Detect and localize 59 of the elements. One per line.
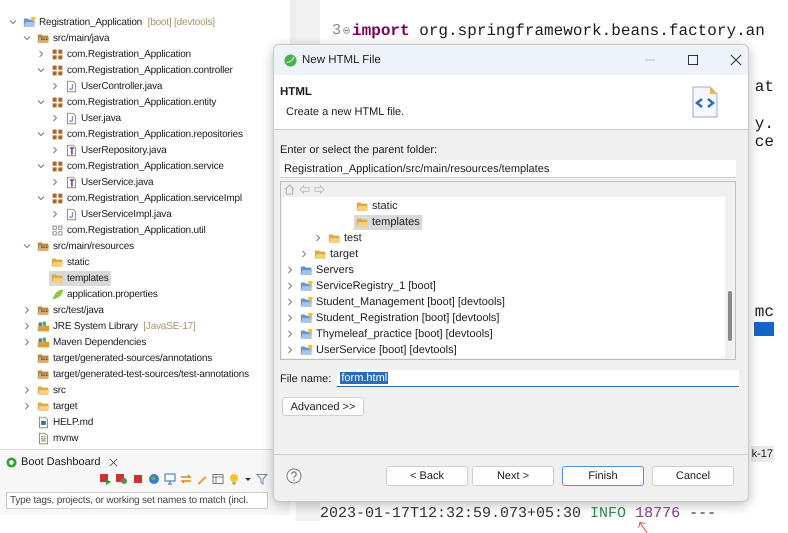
tree-item[interactable]: Student_Registration [boot] [devtools] [298,310,502,326]
tree-item[interactable]: templates [354,214,422,230]
tree-item[interactable]: com.Registration_Application.entity [49,94,218,110]
tree-item[interactable]: User.java [63,110,123,126]
tree-item[interactable]: src/main/resources [35,238,136,254]
code-line: import org.springframework.beans.factory.an [352,22,765,40]
tree-item[interactable]: static [354,198,400,214]
field-label: Enter or select the parent folder: [280,144,438,156]
tree-item[interactable]: UserServiceImpl.java [63,206,174,222]
tree-item[interactable]: UserController.java [63,78,164,94]
dialog-button[interactable]: Next > [472,466,554,486]
tree-item[interactable]: target/generated-sources/annotations [35,350,214,366]
tree-item[interactable]: test [326,230,364,246]
tree-item[interactable]: UserService.java [63,174,156,190]
tree-item[interactable]: UserRepository.java [63,142,168,158]
dialog-button[interactable]: Finish [562,466,644,486]
panel-tab[interactable]: Boot Dashboard [21,456,100,468]
tree-item[interactable]: com.Registration_Application [49,46,193,62]
console-line: 2023-01-17T12:32:59.073+05:30 INFO 18776 --- [320,506,716,521]
tree-item[interactable]: com.Registration_Application.service [49,158,226,174]
tree-item[interactable]: com.Registration_Application.util [49,222,208,238]
dialog-button[interactable]: Cancel [652,466,734,486]
file-name-field[interactable]: form.html [337,370,740,387]
tree-item[interactable]: JRE System Library [JavaSE-17] [35,318,198,334]
tree-item[interactable]: target [312,246,360,262]
window-title: New HTML File [302,54,382,66]
code-fragment: y. [754,115,774,134]
tree-item[interactable]: HELP.md [35,414,96,430]
filter-field[interactable]: Type tags, projects, or working set names to match (incl. [6,492,268,509]
tree-item[interactable]: com.Registration_Application.serviceImpl [49,190,244,206]
tree-item[interactable]: com.Registration_Application.controller [49,62,235,78]
tree-item[interactable]: templates [49,270,111,286]
tab-label[interactable]: k-17 [752,448,773,460]
tree-item[interactable]: mvnw [35,430,80,446]
tree-item[interactable]: ServiceRegistry_1 [boot] [298,278,438,294]
tree-item[interactable]: Student_Management [boot] [devtools] [298,294,507,310]
tree-item[interactable]: src [35,382,68,398]
tree-item[interactable]: com.Registration_Application.repositories [49,126,245,142]
code-fragment: ce [754,133,774,152]
tree-item[interactable]: Thymeleaf_practice [boot] [devtools] [298,326,495,342]
tree-item[interactable]: Registration_Application [boot] [devtools] [21,14,217,30]
advanced-button[interactable]: Advanced >> [282,397,364,416]
tree-item[interactable]: src/main/java [35,30,112,46]
tree-item[interactable]: target [35,398,80,414]
dialog-button[interactable]: < Back [386,466,468,486]
tree-item[interactable]: Servers [298,262,356,278]
page-description: Create a new HTML file. [285,106,404,118]
field-label: File name: [280,372,332,384]
page-heading: HTML [280,86,313,98]
tree-item[interactable]: src/test/java [35,302,106,318]
tree-item[interactable]: target/generated-test-sources/test-annotations [35,366,251,382]
code-fragment: mc [754,303,774,322]
tree-item[interactable]: UserService [boot] [devtools] [298,342,459,358]
tree-item[interactable]: application.properties [49,286,160,302]
folder-field[interactable]: Registration_Application/src/main/resources/templates [280,160,736,178]
tree-item[interactable]: Maven Dependencies [35,334,148,350]
line-number: 3 [332,22,342,39]
tree-item[interactable]: static [49,254,92,270]
code-fragment: at [754,78,774,97]
